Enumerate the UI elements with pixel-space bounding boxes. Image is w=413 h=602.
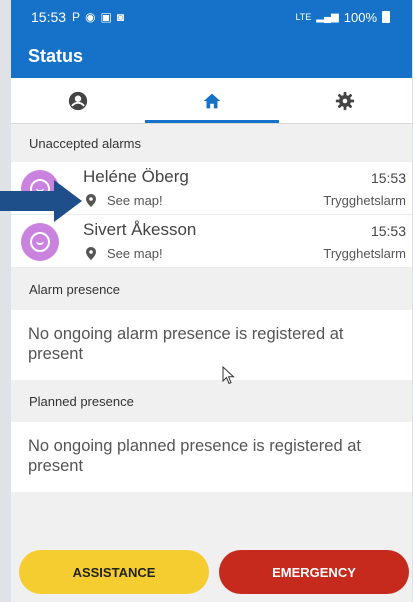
action-footer: ASSISTANCE EMERGENCY — [11, 540, 412, 602]
page-title: Status — [28, 45, 84, 66]
tab-bar — [11, 78, 412, 124]
eye-icon: ◉ — [85, 10, 96, 24]
see-map-link[interactable]: See map! — [107, 193, 163, 208]
app-bar: Status — [11, 34, 412, 78]
phone-screen: 15:53 P ◉ ▣ ◙ LTE ▂▄▆ 100% Status Unacce… — [11, 0, 412, 602]
home-icon — [203, 93, 220, 108]
alarm-presence-message: No ongoing alarm presence is registered … — [11, 310, 412, 380]
pointer-arrow-icon — [0, 180, 82, 222]
avatar — [21, 223, 59, 261]
assistance-button[interactable]: ASSISTANCE — [19, 550, 209, 594]
screen-icon: ▣ — [100, 10, 112, 24]
alarm-name: Sivert Åkesson — [83, 220, 197, 239]
alarm-type: Trygghetslarm — [323, 246, 406, 261]
tab-profile[interactable] — [11, 78, 145, 123]
map-pin-icon — [86, 194, 96, 207]
alarm-type: Trygghetslarm — [323, 193, 406, 208]
smiley-icon — [30, 232, 50, 252]
gear-icon — [336, 91, 355, 110]
alarm-time: 15:53 — [370, 223, 406, 239]
tab-home[interactable] — [145, 78, 279, 123]
unaccepted-alarms-header: Unaccepted alarms — [11, 124, 412, 162]
alarm-name: Heléne Öberg — [83, 167, 189, 186]
battery-level: 100% — [343, 9, 377, 25]
signal-icon: LTE — [295, 12, 312, 22]
person-icon — [68, 91, 87, 110]
parking-icon: P — [72, 10, 81, 24]
alarm-time: 15:53 — [370, 170, 406, 186]
tab-settings[interactable] — [278, 78, 412, 123]
status-time: 15:53 — [31, 9, 67, 25]
planned-presence-header: Planned presence — [11, 380, 412, 422]
mouse-cursor-icon — [222, 366, 235, 385]
map-pin-icon — [86, 247, 96, 260]
battery-icon — [382, 11, 390, 23]
emergency-button[interactable]: EMERGENCY — [219, 550, 409, 594]
alarm-row[interactable]: Sivert Åkesson 15:53 See map! Trygghetsl… — [11, 215, 412, 268]
planned-presence-message: No ongoing planned presence is registere… — [11, 422, 412, 492]
status-bar: 15:53 P ◉ ▣ ◙ LTE ▂▄▆ 100% — [11, 0, 412, 34]
see-map-link[interactable]: See map! — [107, 246, 163, 261]
signal-bars-icon: ▂▄▆ — [316, 11, 339, 23]
alarm-presence-header: Alarm presence — [11, 268, 412, 310]
mail-icon: ◙ — [116, 10, 125, 24]
